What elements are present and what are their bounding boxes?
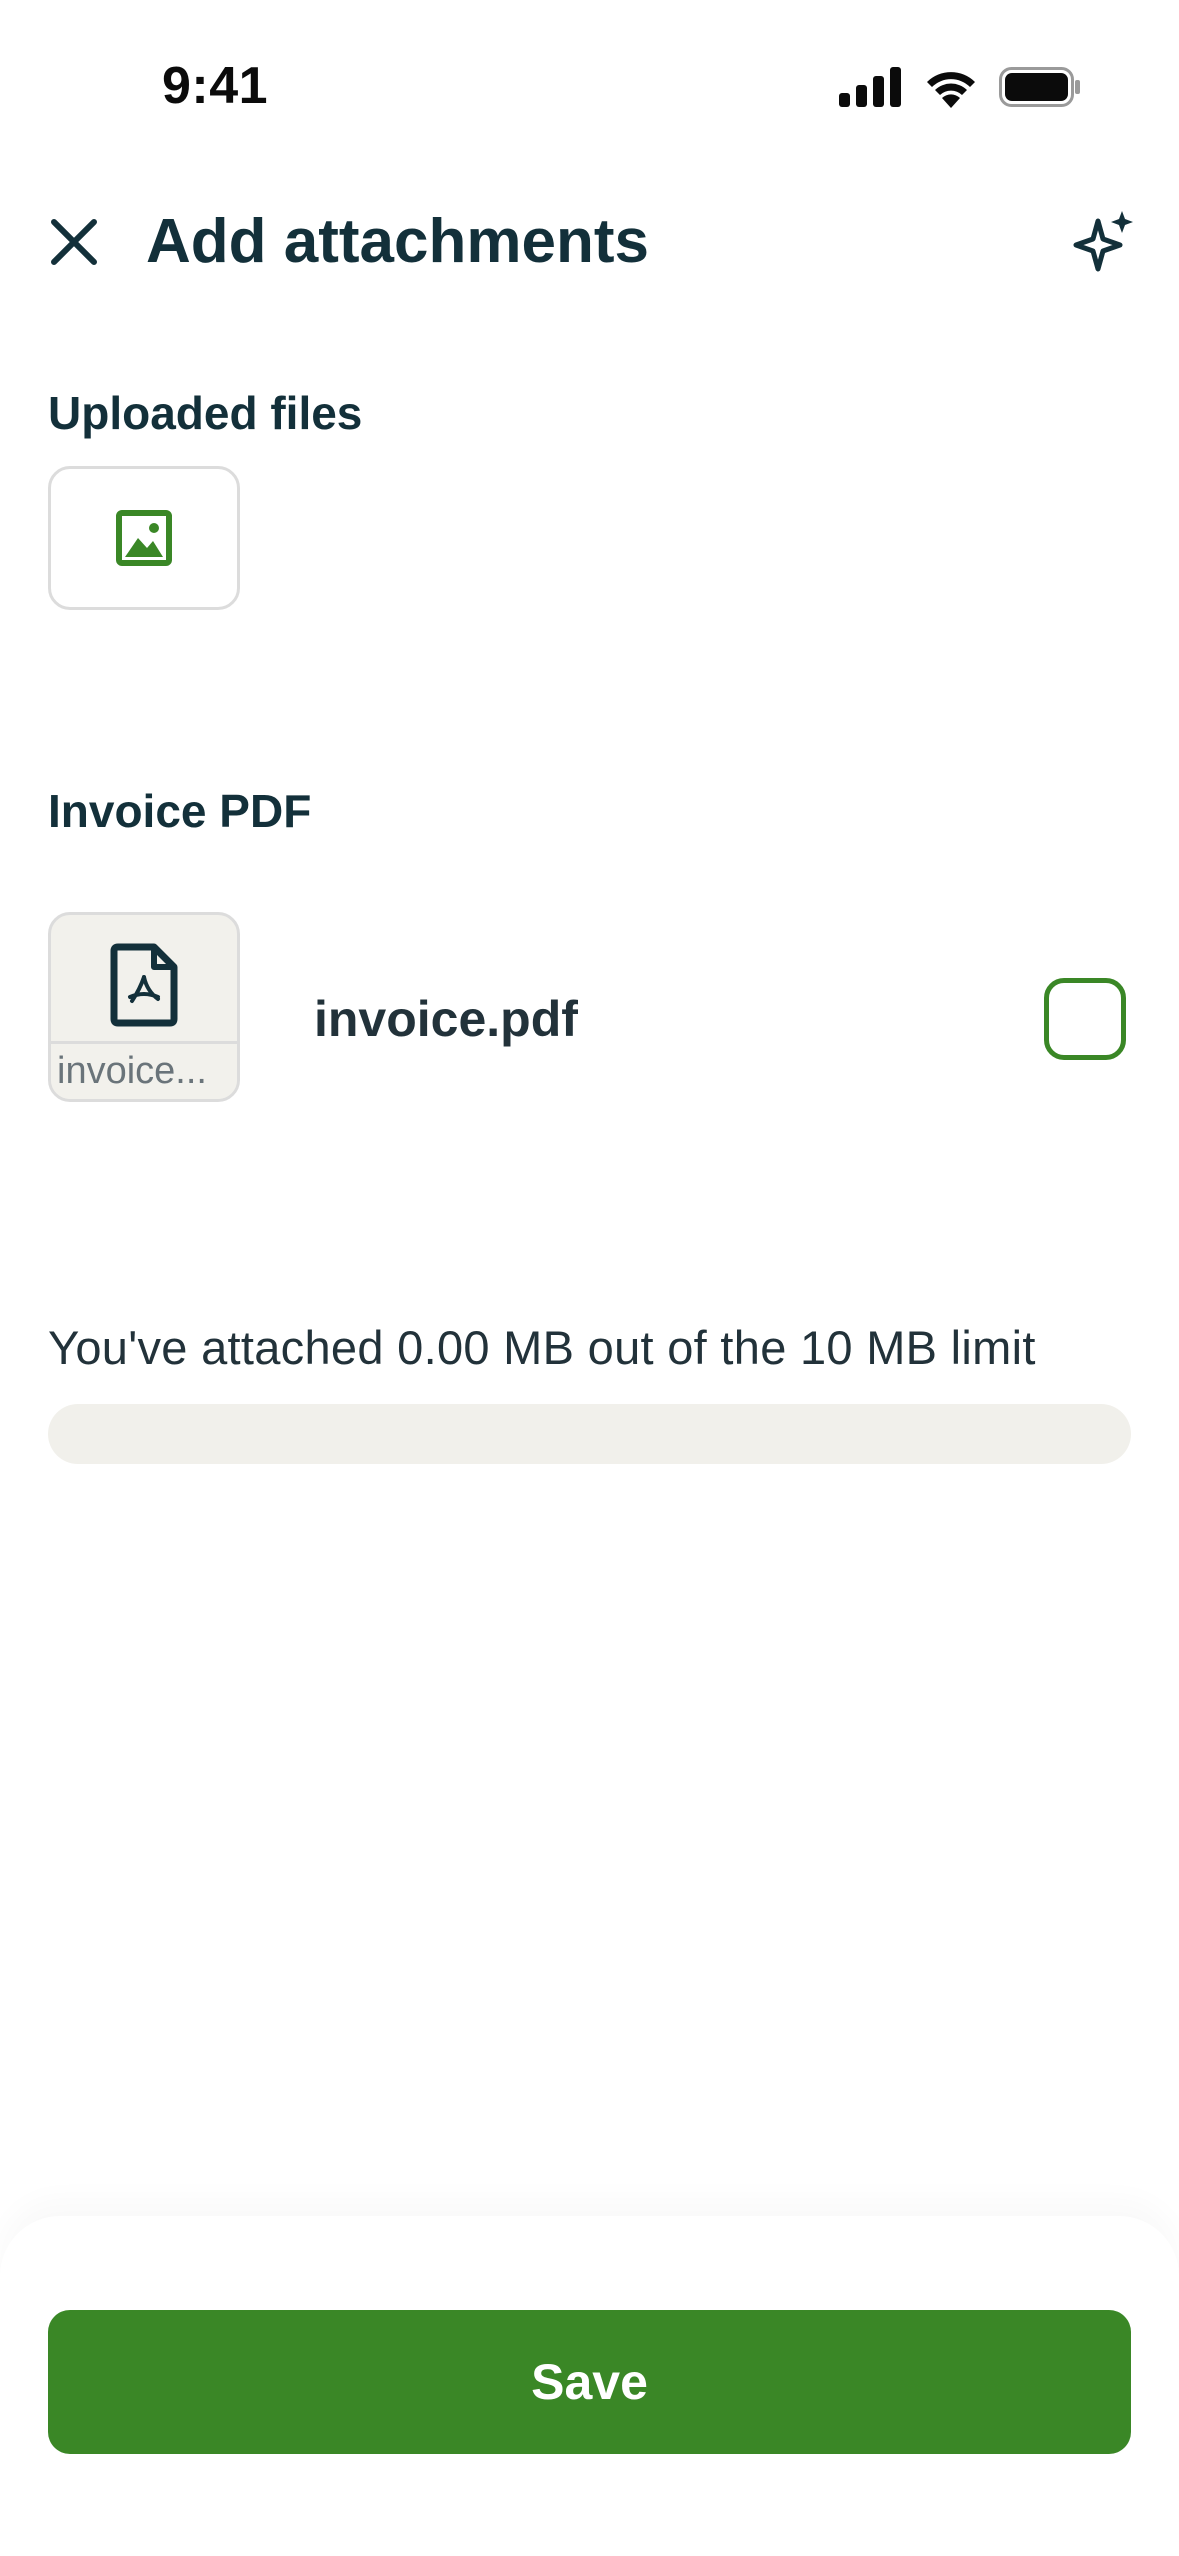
uploaded-file-thumbnail[interactable]	[48, 466, 240, 610]
status-icons	[839, 66, 1081, 108]
add-attachments-screen: 9:41 Add attachments Uploaded files Invo…	[0, 0, 1179, 2556]
wifi-icon	[927, 72, 975, 108]
status-time: 9:41	[162, 57, 269, 115]
cellular-signal-icon	[839, 67, 901, 107]
close-button[interactable]	[44, 212, 104, 272]
invoice-pdf-label: Invoice PDF	[48, 785, 312, 837]
attachment-usage-progress	[48, 1404, 1131, 1464]
invoice-select-checkbox[interactable]	[1044, 978, 1126, 1060]
ai-assist-button[interactable]	[1067, 206, 1139, 278]
sparkle-icon	[1073, 211, 1133, 272]
battery-icon	[999, 67, 1080, 107]
close-icon	[51, 219, 97, 265]
pdf-thumb-caption: invoice...	[51, 1041, 237, 1099]
invoice-pdf-thumbnail[interactable]: invoice...	[48, 912, 240, 1102]
page-title: Add attachments	[146, 207, 649, 276]
attachment-usage-text: You've attached 0.00 MB out of the 10 MB…	[48, 1321, 1036, 1374]
invoice-file-name: invoice.pdf	[314, 991, 578, 1047]
uploaded-files-label: Uploaded files	[48, 387, 363, 439]
pdf-file-icon	[110, 943, 178, 1027]
image-icon	[116, 510, 172, 566]
save-button[interactable]: Save	[48, 2310, 1131, 2454]
